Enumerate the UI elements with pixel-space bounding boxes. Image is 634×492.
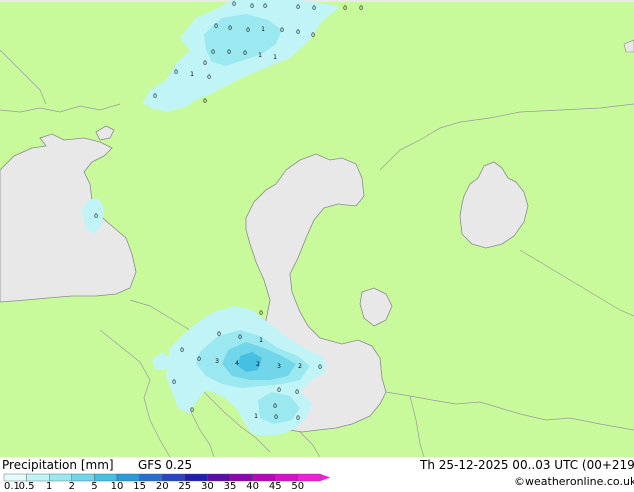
colorbar-box <box>116 473 140 482</box>
colorbar-tick-label: 35 <box>224 481 237 492</box>
colorbar-tick-label: 10 <box>111 481 124 492</box>
colorbar-box <box>161 473 185 482</box>
precip-value-label: 0 <box>243 50 247 57</box>
precip-value-label: 0 <box>94 213 98 220</box>
colorbar-tick-label: 20 <box>156 481 169 492</box>
precip-value-label: 0 <box>318 364 322 371</box>
colorbar-ticks: 0.10.5 1 2 5 10 15 20 25 30 35 40 45 50 <box>4 481 304 492</box>
precip-value-label: 0 <box>274 414 278 421</box>
precip-value-label: 1 <box>259 337 263 344</box>
precip-value-label: 0 <box>214 23 218 30</box>
colorbar-box <box>229 473 253 482</box>
model-text: GFS 0.25 <box>138 458 193 472</box>
colorbar-box <box>297 473 321 482</box>
title-text: Precipitation [mm] <box>2 458 114 472</box>
precip-value-label: 0 <box>207 74 211 81</box>
precip-value-label: 0 <box>190 407 194 414</box>
credit-text: ©weatheronline.co.uk <box>514 475 634 488</box>
precip-value-label: 1 <box>190 71 194 78</box>
colorbar-box <box>184 473 208 482</box>
colorbar-tick-label: 5 <box>91 481 97 492</box>
colorbar-tick-label: 15 <box>133 481 146 492</box>
colorbar-boxes <box>3 473 331 482</box>
colorbar-tick-label: 40 <box>246 481 259 492</box>
precip-value-label: 0 <box>296 4 300 11</box>
precip-value-label: 3 <box>215 358 219 365</box>
colorbar-box <box>139 473 163 482</box>
footer: Precipitation [mm] GFS 0.25 Th 25-12-202… <box>0 457 634 492</box>
precip-value-label: 0 <box>273 403 277 410</box>
precip-value-label: 0 <box>174 69 178 76</box>
colorbar-tick-label: 25 <box>178 481 191 492</box>
precip-value-label: 0 <box>203 60 207 67</box>
precipitation-map: 0 0 0 0 0 0 00 0 0 1 0 0 00 0 0 1 100 1 000000 0 100 3 4 2 3 2 000… <box>0 0 634 457</box>
precip-value-label: 0 <box>295 389 299 396</box>
precip-value-label: 0 <box>312 5 316 12</box>
colorbar-tick-label: 0.5 <box>19 481 35 492</box>
precip-value-label: 0 <box>232 1 236 8</box>
colorbar-box <box>207 473 231 482</box>
colorbar-legend: 0.10.5 1 2 5 10 15 20 25 30 35 40 45 50 <box>3 473 331 492</box>
colorbar-box <box>275 473 299 482</box>
precip-value-label: 0 <box>311 32 315 39</box>
precip-value-label: 0 <box>153 93 157 100</box>
colorbar-tick-label: 1 <box>46 481 52 492</box>
precip-value-label: 0 <box>180 347 184 354</box>
precip-value-label: 0 <box>250 3 254 10</box>
valid-time-text: Th 25-12-2025 00..03 UTC (00+219) <box>420 458 634 472</box>
colorbar-box <box>94 473 118 482</box>
precip-value-label: 2 <box>256 361 260 368</box>
precip-value-label: 0 <box>203 98 207 105</box>
precip-value-label: 0 <box>359 5 363 12</box>
precip-value-label: 0 <box>217 331 221 338</box>
precip-value-label: 0 <box>246 27 250 34</box>
colorbar-tick-label: 30 <box>201 481 214 492</box>
precip-value-label: 2 <box>298 363 302 370</box>
precip-value-label: 1 <box>254 413 258 420</box>
precip-value-label: 0 <box>263 3 267 10</box>
colorbar-tick-label: 45 <box>269 481 282 492</box>
precip-value-label: 3 <box>277 363 281 370</box>
precip-value-label: 0 <box>343 5 347 12</box>
colorbar-box <box>26 473 50 482</box>
precip-value-label: 0 <box>259 310 263 317</box>
precip-value-label: 0 <box>296 29 300 36</box>
precip-value-label: 0 <box>211 49 215 56</box>
precip-value-label: 0 <box>197 356 201 363</box>
colorbar-box <box>252 473 276 482</box>
top-edge-water <box>0 0 634 2</box>
colorbar-tick-label: 0.1 <box>4 481 20 492</box>
precip-value-label: 1 <box>258 52 262 59</box>
colorbar-box <box>3 473 27 482</box>
precip-value-label: 0 <box>296 415 300 422</box>
precip-value-label: 0 <box>172 379 176 386</box>
precip-value-label: 4 <box>235 360 239 367</box>
colorbar-box <box>49 473 73 482</box>
precip-value-label: 0 <box>277 387 281 394</box>
colorbar-end-arrow <box>320 474 331 481</box>
colorbar-tick-label: 50 <box>291 481 304 492</box>
colorbar-tick-label: 2 <box>69 481 75 492</box>
precip-value-label: 0 <box>280 27 284 34</box>
precip-value-label: 1 <box>261 26 265 33</box>
precip-value-label: 1 <box>273 54 277 61</box>
precip-value-label: 0 <box>227 49 231 56</box>
precip-value-label: 0 <box>228 25 232 32</box>
precip-value-label: 0 <box>238 334 242 341</box>
colorbar-box <box>71 473 95 482</box>
